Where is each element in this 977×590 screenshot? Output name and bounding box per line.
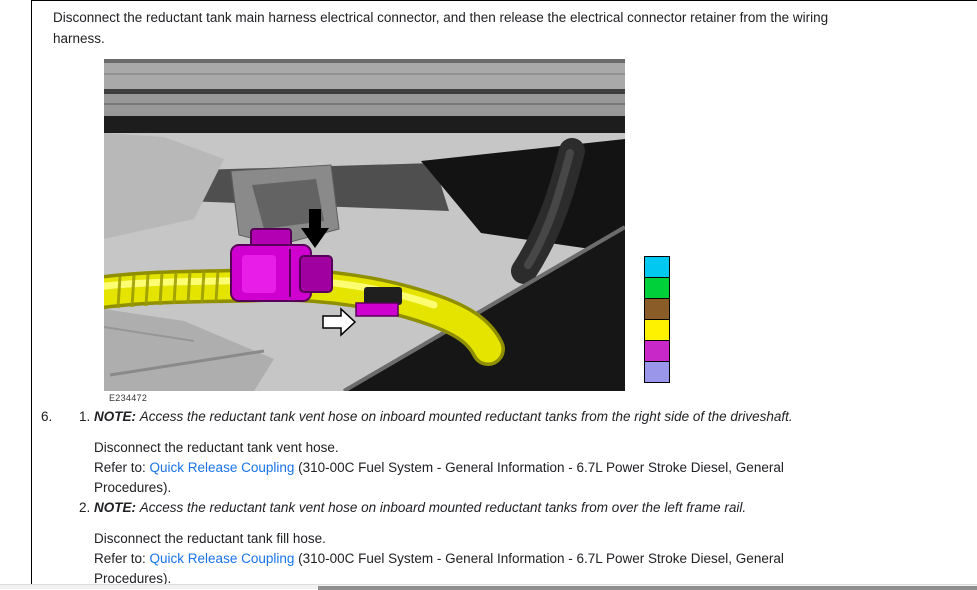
quick-release-coupling-link[interactable]: Quick Release Coupling (150, 460, 295, 475)
horizontal-scrollbar[interactable] (0, 584, 977, 589)
procedure-steps: 6. 1. NOTE: Access the reductant tank ve… (41, 407, 839, 589)
substep-list: 1. NOTE: Access the reductant tank vent … (79, 407, 839, 589)
figure: E234472 (104, 59, 625, 391)
substep-number: 1. (79, 407, 94, 498)
reference-line: Refer to: Quick Release Coupling (310-00… (94, 458, 839, 498)
reference-line: Refer to: Quick Release Coupling (310-00… (94, 549, 839, 589)
legend-swatch-brown (644, 298, 670, 320)
note-text: Access the reductant tank vent hose on i… (140, 409, 793, 424)
refer-prefix: Refer to: (94, 460, 150, 475)
note: NOTE: Access the reductant tank vent hos… (94, 498, 839, 518)
figure-label: E234472 (109, 393, 147, 403)
instruction-text: Disconnect the reductant tank fill hose. (94, 529, 839, 549)
scrollbar-thumb[interactable] (318, 586, 977, 590)
note-label: NOTE: (94, 409, 136, 424)
color-legend (644, 256, 670, 383)
content-frame: Disconnect the reductant tank main harne… (31, 0, 977, 584)
legend-swatch-magenta (644, 340, 670, 362)
substep-number: 2. (79, 498, 94, 589)
instruction-text: Disconnect the reductant tank vent hose. (94, 438, 839, 458)
substep-body: NOTE: Access the reductant tank vent hos… (94, 498, 839, 589)
quick-release-coupling-link[interactable]: Quick Release Coupling (150, 551, 295, 566)
legend-swatch-yellow (644, 319, 670, 341)
note-label: NOTE: (94, 500, 136, 515)
intro-paragraph: Disconnect the reductant tank main harne… (53, 7, 875, 49)
refer-prefix: Refer to: (94, 551, 150, 566)
substep-1: 1. NOTE: Access the reductant tank vent … (79, 407, 839, 498)
step-number: 6. (41, 407, 79, 589)
connector-retainer (356, 303, 398, 316)
substep-2: 2. NOTE: Access the reductant tank vent … (79, 498, 839, 589)
figure-illustration (104, 59, 625, 391)
legend-swatch-green (644, 277, 670, 299)
substep-body: NOTE: Access the reductant tank vent hos… (94, 407, 839, 498)
note-text: Access the reductant tank vent hose on i… (140, 500, 746, 515)
legend-swatch-cyan (644, 256, 670, 278)
legend-swatch-lavender (644, 361, 670, 383)
note: NOTE: Access the reductant tank vent hos… (94, 407, 839, 427)
